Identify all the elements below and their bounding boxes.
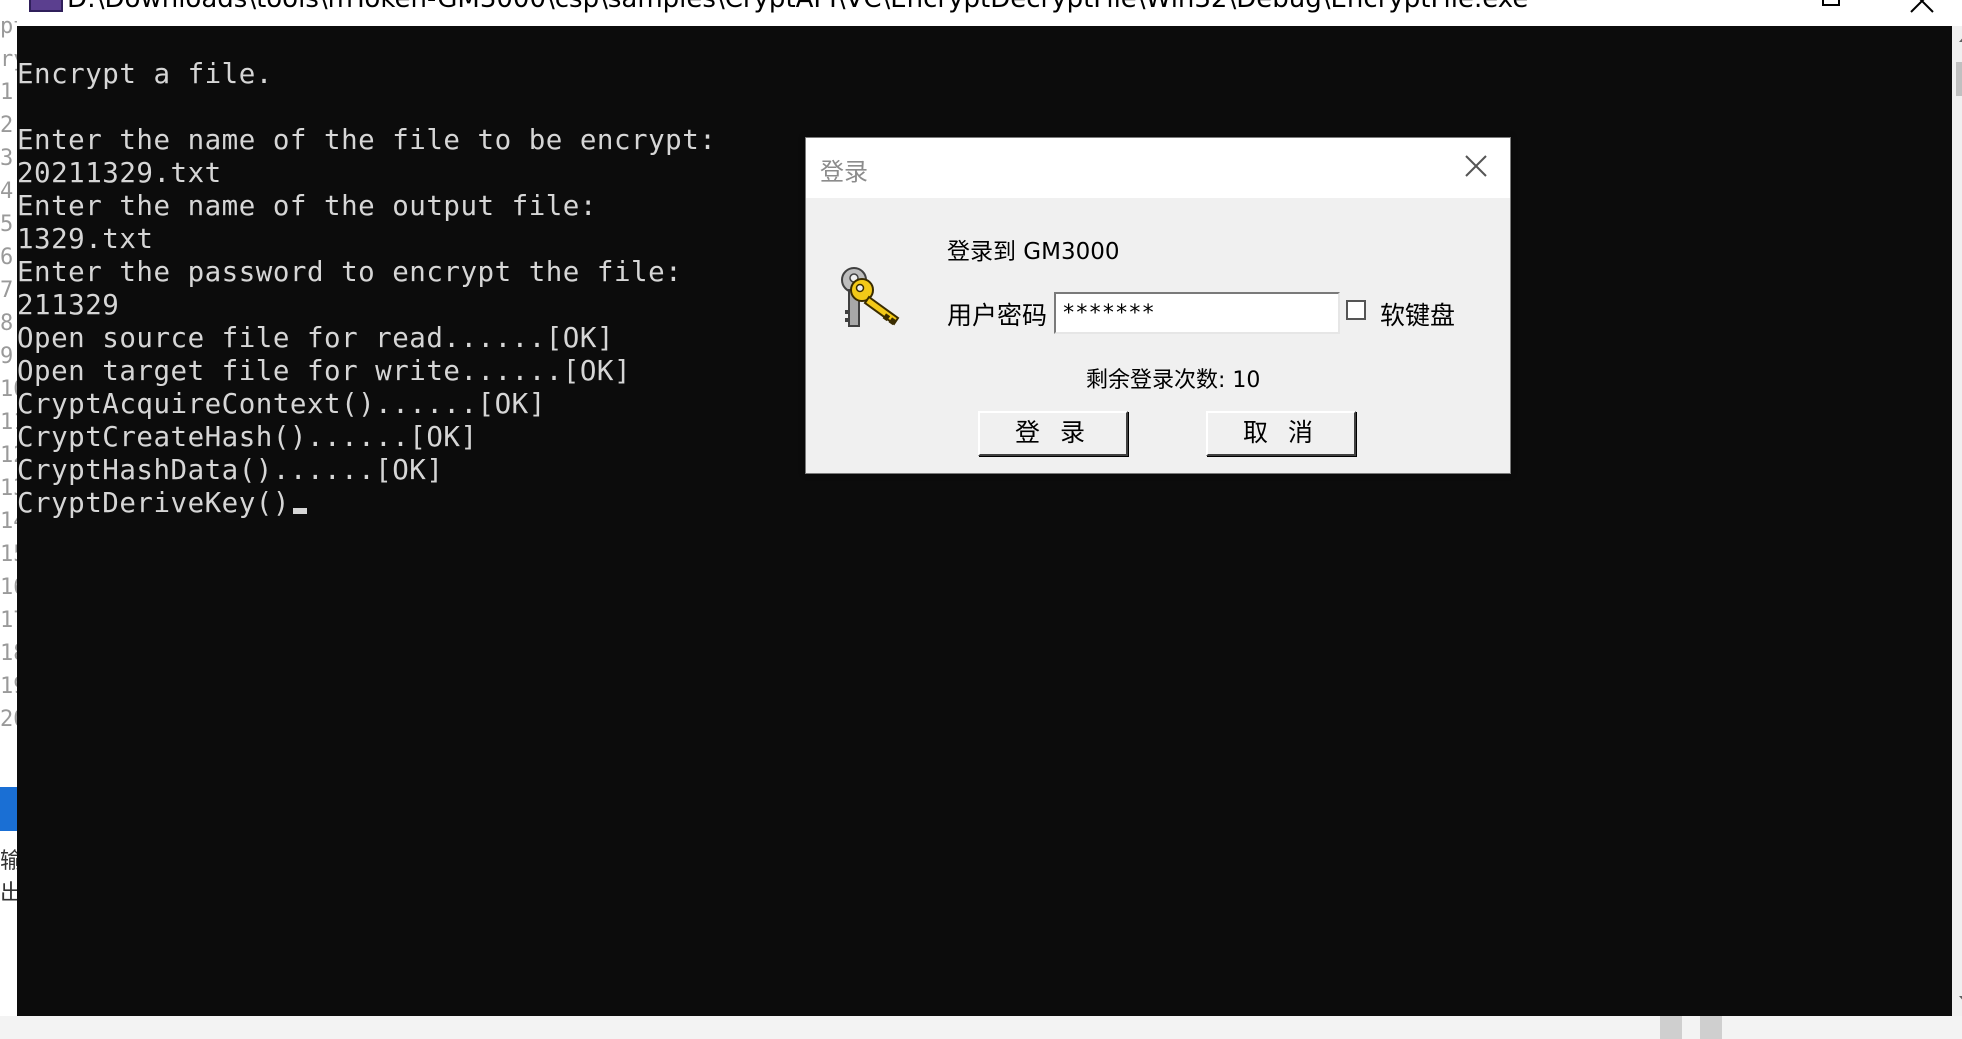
line-number: 2 [0,113,14,138]
line-number: 7 [0,278,14,303]
soft-keyboard-label[interactable]: 软键盘 [1380,296,1455,332]
line-number: 3 [0,146,14,171]
login-target-label: 登录到 GM3000 [947,239,1120,265]
line-number: 16 [0,575,17,600]
console-line-text: CryptAcquireContext()......[OK] [17,388,546,420]
console-app-icon [29,0,63,12]
console-line-text: Enter the name of the output file: [17,190,597,222]
login-dialog[interactable]: 登录 登录到 GM3000 用户密码 软键盘 剩余登录次数: 10 登 录 取 … [805,137,1511,474]
line-number: 4 [0,179,14,204]
console-line-text: 1329.txt [17,223,154,255]
remaining-attempts-text: 剩余登录次数: 10 [1086,368,1261,393]
password-label: 用户密码 [947,301,1048,330]
line-number: 17 [0,608,17,633]
line-number: 15 [0,542,17,567]
password-input[interactable] [1054,292,1340,334]
console-line-text: 20211329.txt [17,157,222,189]
console-line-text: CryptDeriveKey() [17,487,290,519]
console-line-text: Open target file for write......[OK] [17,355,632,387]
line-number: 13 [0,476,17,501]
close-icon[interactable] [1907,0,1937,16]
line-number: 20 [0,707,17,732]
bottom-strip [0,1016,1962,1039]
console-line-text: Encrypt a file. [17,58,273,90]
line-number: 6 [0,245,14,270]
cancel-button[interactable]: 取 消 [1206,411,1356,456]
vertical-scrollbar[interactable] [1952,26,1962,1016]
dialog-title: 登录 [820,158,868,186]
close-icon[interactable] [1462,152,1490,180]
login-button[interactable]: 登 录 [978,411,1128,456]
keys-icon [841,267,900,327]
line-number: pt [0,14,17,39]
line-number: 18 [0,641,17,666]
line-number: 11 [0,410,17,435]
maximize-icon[interactable] [1822,0,1840,6]
bottom-strip-segment [1660,1016,1682,1039]
console-line-text: 211329 [17,289,120,321]
output-panel-label[interactable]: 输出 [0,843,17,907]
console-line-text: Open source file for read......[OK] [17,322,614,354]
text-cursor [292,508,307,514]
title-bar[interactable]: D:\Downloads\tools\mToken-GM3000\csp\sam… [17,0,1962,26]
line-number: 9 [0,344,14,369]
line-number: 10 [0,377,17,402]
line-number: 8 [0,311,14,336]
line-number: ry [0,47,17,72]
console-line-text: CryptCreateHash()......[OK] [17,421,478,453]
line-number: 19 [0,674,17,699]
line-number: 1 [0,80,14,105]
console-line-text: Enter the name of the file to be encrypt… [17,124,717,156]
line-number: 14 [0,509,17,534]
window-title: D:\Downloads\tools\mToken-GM3000\csp\sam… [67,0,1528,14]
line-number: 12 [0,443,17,468]
scroll-thumb[interactable] [1956,62,1962,96]
bottom-strip-segment [1700,1016,1722,1039]
background-ide-panel: ptry1234567891011121314151617181920 输出 [0,0,17,1039]
soft-keyboard-checkbox[interactable] [1346,300,1366,320]
console-line: Encrypt a file. [17,58,1917,91]
console-line-text: CryptHashData()......[OK] [17,454,444,486]
ide-panel-tab[interactable] [0,787,17,831]
console-line: CryptDeriveKey() [17,487,1917,520]
line-number: 5 [0,212,14,237]
dialog-header[interactable]: 登录 [806,138,1510,198]
console-line-text: Enter the password to encrypt the file: [17,256,683,288]
